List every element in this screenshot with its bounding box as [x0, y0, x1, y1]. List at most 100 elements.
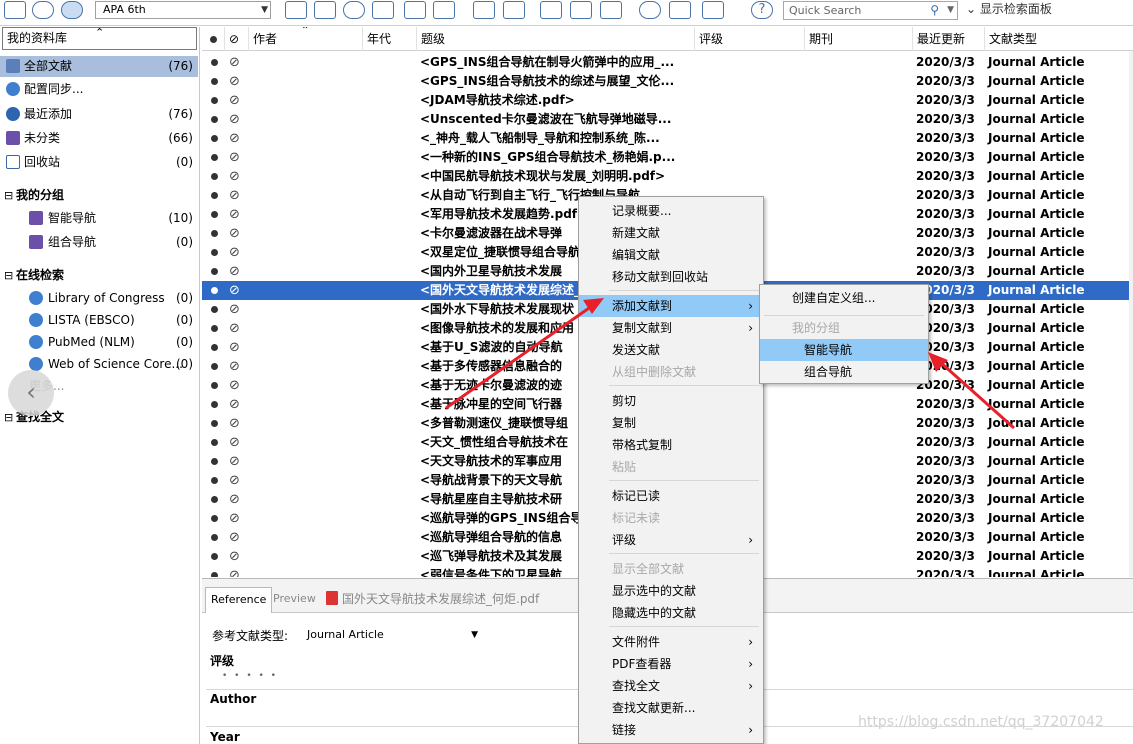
show-search-panel-button[interactable]: ⌄ 显示检索面板: [966, 1, 1052, 18]
insert-citation-icon[interactable]: [314, 1, 336, 19]
create-custom-group-item[interactable]: 创建自定义组...: [760, 287, 928, 309]
menu-item[interactable]: 评级 ›: [579, 529, 763, 551]
unread-dot-icon: [211, 135, 218, 142]
column-last-updated[interactable]: 最近更新: [912, 27, 984, 51]
tab-preview[interactable]: Preview: [268, 587, 321, 613]
menu-item[interactable]: 显示选中的文献: [579, 580, 763, 602]
output-style-select[interactable]: APA 6th ▼: [95, 1, 271, 19]
column-title[interactable]: 题级: [416, 27, 694, 51]
rating-dots[interactable]: • • • • •: [222, 671, 278, 681]
table-row[interactable]: ⊘ <_神舟_载人飞船制导_导航和控制系统_陈... 2020/3/3 Journal…: [202, 129, 1133, 148]
menu-item[interactable]: 发送文献: [579, 339, 763, 361]
row-type: Journal Article: [988, 397, 1085, 411]
all-references-icon: [6, 59, 20, 73]
menu-item[interactable]: 新建文献: [579, 222, 763, 244]
copy-formatted-icon[interactable]: [285, 1, 307, 19]
table-row[interactable]: ⊘ <中国民航导航技术现状与发展_刘明明.pdf> 2020/3/3 Journal …: [202, 167, 1133, 186]
sidebar-item-sync[interactable]: 配置同步...: [0, 79, 198, 100]
pdf-icon: [326, 591, 338, 605]
edit-icon[interactable]: [540, 1, 562, 19]
menu-item[interactable]: 移动文献到回收站: [579, 266, 763, 288]
sidebar-item-trash[interactable]: 回收站 (0): [0, 152, 198, 173]
share-user-icon[interactable]: [669, 1, 691, 19]
submenu-group-smart-nav[interactable]: 智能导航: [760, 339, 928, 361]
menu-item[interactable]: 链接 ›: [579, 719, 763, 741]
menu-item[interactable]: 隐藏选中的文献: [579, 602, 763, 624]
menu-item[interactable]: PDF查看器 ›: [579, 653, 763, 675]
sidebar-online-pubmed[interactable]: PubMed (NLM) (0): [0, 332, 198, 353]
open-folder-icon[interactable]: [503, 1, 525, 19]
sidebar-group-smart-nav[interactable]: 智能导航 (10): [0, 208, 198, 229]
sidebar-group-integrated-nav[interactable]: 组合导航 (0): [0, 232, 198, 253]
tab-reference[interactable]: Reference: [205, 587, 273, 613]
unread-dot-icon: [211, 268, 218, 275]
online-search-header[interactable]: ⊟ 在线检索: [4, 265, 64, 286]
sidebar-item-unfiled[interactable]: 未分类 (66): [0, 128, 198, 149]
sidebar-item-count: (0): [176, 155, 193, 169]
menu-item[interactable]: 文件附件 ›: [579, 631, 763, 653]
sidebar-online-lista[interactable]: LISTA (EBSCO) (0): [0, 310, 198, 331]
menu-item-label: 带格式复制: [612, 438, 673, 452]
list-scrollbar[interactable]: [1129, 51, 1133, 577]
unread-dot-icon: [211, 458, 218, 465]
row-type: Journal Article: [988, 416, 1085, 430]
unread-dot-icon: [211, 534, 218, 541]
new-reference-icon[interactable]: [473, 1, 495, 19]
paperclip-icon: ⊘: [229, 473, 240, 488]
integrated-library-icon[interactable]: [61, 1, 83, 19]
menu-item[interactable]: 复制文献到 ›: [579, 317, 763, 339]
table-row[interactable]: ⊘ <Unscented卡尔曼滤波在飞航导弹地磁导... 2020/3/3 Journ…: [202, 110, 1133, 129]
sidebar-item-all-references[interactable]: 全部文献 (76): [0, 56, 198, 77]
column-year[interactable]: 年代: [362, 27, 416, 51]
attach-icon[interactable]: [600, 1, 622, 19]
sidebar-item-label: Web of Science Core...: [48, 357, 183, 371]
submenu-group-integrated-nav[interactable]: 组合导航: [760, 361, 928, 383]
column-updated-label: 最近更新: [917, 32, 966, 46]
menu-item[interactable]: 带格式复制: [579, 434, 763, 456]
menu-item[interactable]: 编辑文献: [579, 244, 763, 266]
sidebar-online-loc[interactable]: Library of Congress (0): [0, 288, 198, 309]
column-read-status[interactable]: [202, 27, 224, 51]
column-author[interactable]: 作者 ⌃: [248, 27, 362, 51]
online-search-button-icon[interactable]: [343, 1, 365, 19]
table-row[interactable]: ⊘ <一种新的INS_GPS组合导航技术_杨艳娟.p... 2020/3/3 Jour…: [202, 148, 1133, 167]
row-type: Journal Article: [988, 378, 1085, 392]
menu-item[interactable]: 添加文献到 ›: [579, 295, 763, 317]
my-groups-header[interactable]: ⊟ 我的分组: [4, 185, 64, 206]
table-row[interactable]: ⊘ <GPS_INS组合导航技术的综述与展望_文伦... 2020/3/3 Journ…: [202, 72, 1133, 91]
column-journal[interactable]: 期刊: [804, 27, 912, 51]
menu-item[interactable]: 剪切: [579, 390, 763, 412]
sidebar-item-recently-added[interactable]: 最近添加 (76): [0, 104, 198, 125]
menu-item-label: 链接: [612, 723, 637, 737]
column-reference-type[interactable]: 文献类型: [984, 27, 1088, 51]
paperclip-icon: ⊘: [229, 93, 240, 108]
back-arrow-icon[interactable]: ‹: [8, 370, 54, 416]
paperclip-icon: ⊘: [229, 435, 240, 450]
sync-icon[interactable]: [639, 1, 661, 19]
reference-type-select[interactable]: Journal Article ▼: [304, 626, 480, 644]
paperclip-icon: ⊘: [229, 511, 240, 526]
column-rating[interactable]: 评级: [694, 27, 804, 51]
share-icon[interactable]: [404, 1, 426, 19]
quick-search-input[interactable]: Quick Search ⚲ ▼: [783, 1, 958, 20]
tools-icon[interactable]: [702, 1, 724, 19]
help-icon[interactable]: ?: [751, 1, 773, 19]
menu-item-label: 添加文献到: [612, 299, 673, 313]
column-attachment[interactable]: ⊘: [224, 27, 248, 51]
local-library-icon[interactable]: [4, 1, 26, 19]
find-fulltext-icon[interactable]: [433, 1, 455, 19]
menu-item[interactable]: 查找全文 ›: [579, 675, 763, 697]
email-icon[interactable]: [372, 1, 394, 19]
row-type: Journal Article: [988, 549, 1085, 563]
menu-item[interactable]: 复制: [579, 412, 763, 434]
annotate-icon[interactable]: [570, 1, 592, 19]
table-row[interactable]: ⊘ <JDAM导航技术综述.pdf> 2020/3/3 Journal Article: [202, 91, 1133, 110]
table-row[interactable]: ⊘ <GPS_INS组合导航在制导火箭弹中的应用_... 2020/3/3 Journ…: [202, 53, 1133, 72]
menu-item[interactable]: 标记已读: [579, 485, 763, 507]
online-search-icon[interactable]: [32, 1, 54, 19]
clock-icon: [6, 107, 20, 121]
library-header[interactable]: 我的资料库 ⌃: [2, 26, 197, 50]
menu-item[interactable]: 查找文献更新...: [579, 697, 763, 719]
tab-pdf[interactable]: 国外天文导航技术发展综述_何炬.pdf: [321, 587, 544, 613]
menu-item[interactable]: 记录概要...: [579, 200, 763, 222]
